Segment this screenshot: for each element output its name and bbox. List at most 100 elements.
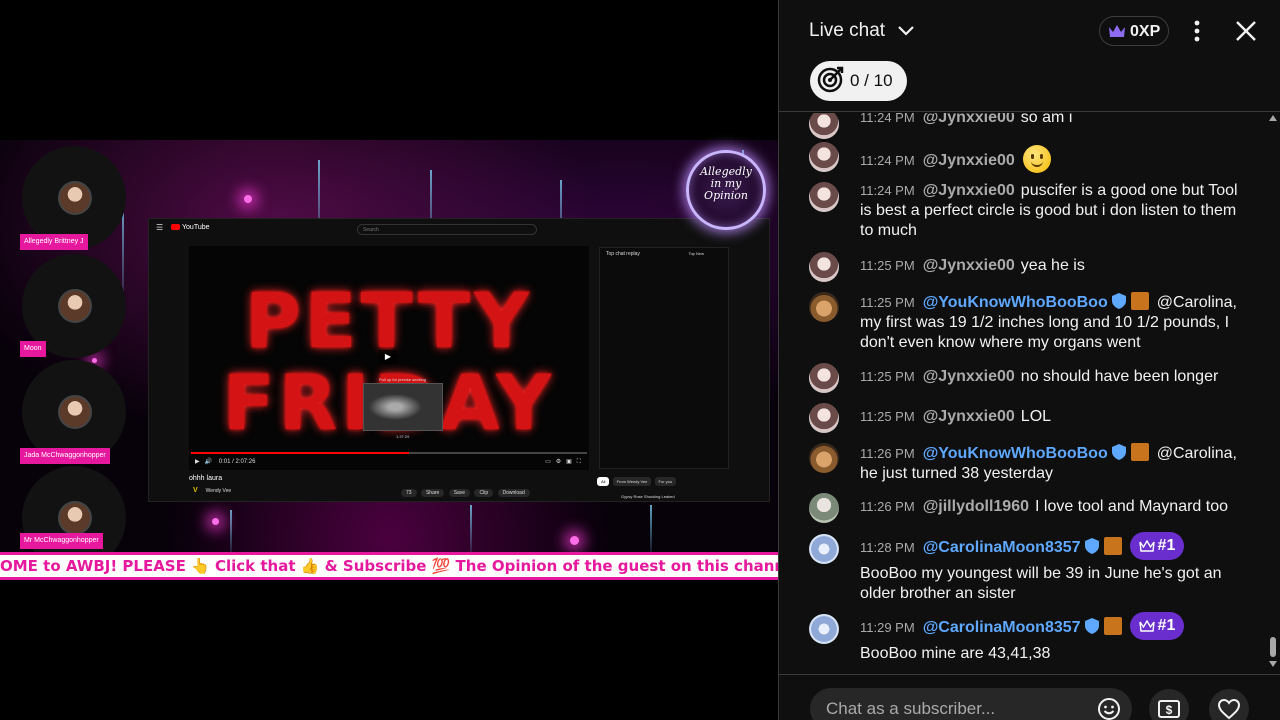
rank-badge[interactable]: #1 <box>1129 532 1185 560</box>
avatar[interactable] <box>809 142 839 172</box>
tab-from-channel: From Wendy Vee <box>612 477 652 486</box>
crown-icon <box>1138 619 1155 632</box>
target-icon <box>817 66 844 93</box>
tab-for-you: For you <box>654 477 677 486</box>
message-time: 11:25 PM <box>860 369 915 384</box>
chat-header: Live chat 0XP 0 / 10 <box>779 0 1280 112</box>
player-controls-left: ▶ 🔊 0:01 / 2:07:26 <box>195 459 256 465</box>
message-author[interactable]: @Jynxxie00 <box>923 368 1015 385</box>
light-spark <box>570 536 579 545</box>
channel-name: Wendy Vee <box>205 488 232 494</box>
message-author[interactable]: @jillydoll1960 <box>923 498 1029 515</box>
crown-icon <box>1138 539 1155 552</box>
heart-button[interactable] <box>1209 689 1249 720</box>
avatar[interactable] <box>809 443 839 473</box>
chat-message-input[interactable] <box>810 688 1132 720</box>
scroll-down-arrow-icon[interactable] <box>1269 661 1277 667</box>
ticker-text: OME to AWBJ! PLEASE 👆 Click that 👍 & Sub… <box>0 557 778 575</box>
xp-value: 0XP <box>1130 23 1161 40</box>
video-progress-bar <box>191 452 587 454</box>
message-time: 11:26 PM <box>860 446 915 461</box>
channel-logo-badge: Allegedly in my Opinion <box>686 150 766 230</box>
chevron-down-icon[interactable] <box>897 20 915 42</box>
message-author[interactable]: @YouKnowWhoBooBoo <box>923 445 1108 462</box>
scrollbar-thumb[interactable] <box>1270 637 1276 657</box>
avatar[interactable] <box>809 113 839 139</box>
crown-icon <box>1109 25 1125 37</box>
more-options-icon[interactable] <box>1187 18 1207 44</box>
avatar[interactable] <box>809 493 839 523</box>
message-text: BooBoo my youngest will be 39 in June he… <box>860 565 1222 602</box>
avatar[interactable] <box>809 403 839 433</box>
message-author[interactable]: @Jynxxie00 <box>923 152 1015 169</box>
member-badge-icon <box>1130 292 1149 310</box>
emoji-icon <box>1098 698 1120 720</box>
avatar[interactable] <box>809 252 839 282</box>
chat-scrollbar[interactable] <box>1265 113 1280 673</box>
message-text: yea he is <box>1020 257 1085 274</box>
avatar[interactable] <box>809 614 839 644</box>
like-count: 73 <box>401 489 417 497</box>
moderator-shield-icon <box>1111 293 1126 309</box>
guest-avatar <box>58 289 92 323</box>
super-chat-button[interactable]: $ <box>1149 689 1189 720</box>
message-time: 11:25 PM <box>860 409 915 424</box>
download-action: Download <box>497 489 530 497</box>
chat-message-list[interactable]: 11:24 PM @Jynxxie00 so am i 11:24 PM @Jynxx… <box>779 113 1265 673</box>
stream-view[interactable]: Allegedly Brittney J Moon Jada McChwaggo… <box>0 0 778 720</box>
message-author[interactable]: @Jynxxie00 <box>923 408 1015 425</box>
scroll-up-arrow-icon[interactable] <box>1269 115 1277 121</box>
time-display: 0:01 / 2:07:26 <box>218 459 256 465</box>
close-icon[interactable] <box>1233 18 1259 44</box>
smiley-emoji-icon <box>1022 145 1051 173</box>
moderator-shield-icon <box>1084 618 1099 635</box>
related-video-title: Gypsy Rose Shocking Leaked <box>621 494 675 499</box>
youtube-player: PETTY FRIDAY ▶ Pull up for precise seeki… <box>189 246 589 470</box>
message-author[interactable]: @Jynxxie00 <box>923 182 1015 199</box>
avatar[interactable] <box>809 363 839 393</box>
message-time: 11:25 PM <box>860 258 915 273</box>
avatar[interactable] <box>809 182 839 212</box>
guest-avatar <box>58 395 92 429</box>
guest-avatar <box>58 501 92 535</box>
goal-progress: 0 / 10 <box>850 71 893 90</box>
message-author[interactable]: @CarolinaMoon8357 <box>923 539 1081 556</box>
message-text: LOL <box>1020 408 1052 425</box>
message-text: BooBoo mine are 43,41,38 <box>860 645 1051 662</box>
message-author[interactable]: @Jynxxie00 <box>923 113 1015 126</box>
seek-preview-thumbnail <box>363 383 443 431</box>
channel-info: Wendy Vee <box>193 487 231 494</box>
player-controls-right: ▭ ⚙ ▣ ⛶ <box>545 459 581 465</box>
message-time: 11:29 PM <box>860 620 915 636</box>
chat-replay-panel: Top chat replay Top New <box>599 247 729 469</box>
seek-hint: Pull up for precise seeking <box>379 377 426 382</box>
xp-button[interactable]: 0XP <box>1099 16 1170 46</box>
message-time: 11:24 PM <box>860 113 915 125</box>
heart-icon <box>1217 698 1241 720</box>
rank-badge[interactable]: #1 <box>1129 612 1185 640</box>
guest-name-label: Jada McChwaggonhopper <box>20 448 110 464</box>
scrolling-ticker: OME to AWBJ! PLEASE 👆 Click that 👍 & Sub… <box>0 552 778 580</box>
engagement-goal-button[interactable]: 0 / 10 <box>810 61 907 101</box>
chat-title[interactable]: Live chat <box>809 20 885 42</box>
message-author[interactable]: @YouKnowWhoBooBoo <box>923 294 1108 311</box>
message-author[interactable]: @Jynxxie00 <box>923 257 1015 274</box>
message-time: 11:26 PM <box>860 499 915 514</box>
chat-replay-header: Top chat replay <box>606 251 640 257</box>
avatar[interactable] <box>809 292 839 322</box>
seek-preview-time: 1:37:29 <box>396 434 410 439</box>
message-text: no should have been longer <box>1020 368 1219 385</box>
video-title: ohhh laura <box>189 475 223 482</box>
play-icon: ▶ <box>379 350 397 364</box>
video-progress-fill <box>191 452 409 454</box>
rank-value: #1 <box>1157 617 1176 634</box>
youtube-topbar: ☰ YouTube Search <box>149 219 769 239</box>
related-tabs: All From Wendy Vee For you <box>597 477 678 486</box>
message-author[interactable]: @CarolinaMoon8357 <box>923 619 1081 636</box>
chat-footer: $ <box>779 674 1280 720</box>
youtube-logo: YouTube <box>171 224 210 231</box>
message-text: puscifer is a good one but Tool is best … <box>860 182 1238 239</box>
avatar[interactable] <box>809 534 839 564</box>
message-time: 11:25 PM <box>860 295 915 310</box>
shared-screen-youtube: ☰ YouTube Search PETTY FRIDAY ▶ Pull up … <box>148 218 770 502</box>
